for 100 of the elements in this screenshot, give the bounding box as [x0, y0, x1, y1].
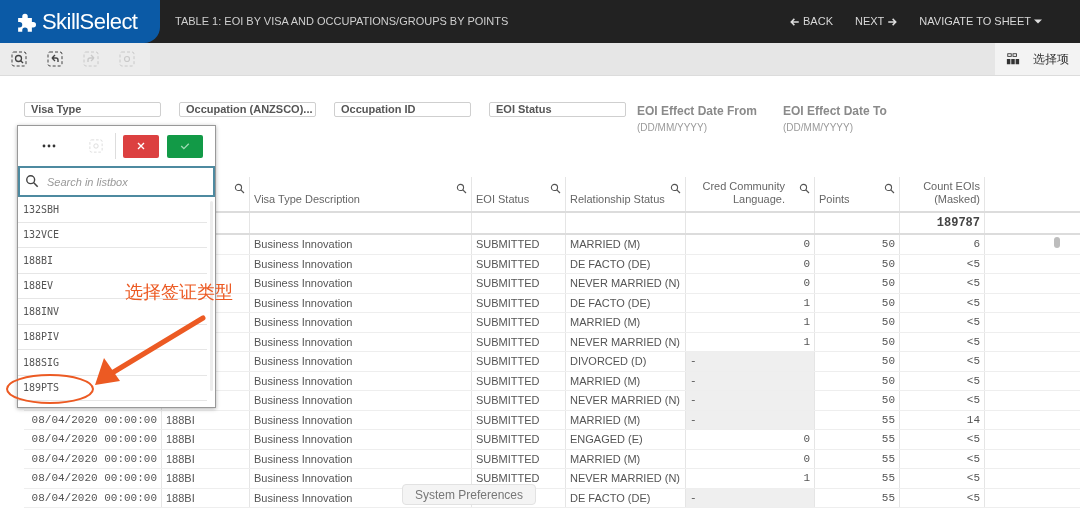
sheet-title: TABLE 1: EOI BY VISA AND OCCUPATIONS/GROUPS BY POINTS — [175, 14, 509, 30]
step-back-icon[interactable] — [47, 51, 63, 67]
column-header[interactable]: Count EOIs (Masked) — [920, 180, 980, 206]
confirm-button[interactable] — [167, 134, 203, 158]
table-cell-text: 1 — [803, 315, 810, 330]
listbox-item[interactable]: 189PTS — [23, 380, 60, 396]
search-icon[interactable] — [234, 183, 245, 194]
table-cell-text: <5 — [966, 354, 980, 369]
table-cell-text: Business Innovation — [254, 276, 353, 291]
close-icon — [135, 140, 147, 152]
search-icon[interactable] — [25, 174, 39, 188]
listbox-item[interactable]: 188SIG — [23, 354, 60, 370]
selection-search-icon[interactable] — [11, 51, 27, 67]
table-cell-text: Business Innovation — [254, 471, 353, 486]
column-header[interactable]: Relationship Status — [570, 193, 666, 206]
table-cell-text: MARRIED (M) — [570, 315, 641, 330]
table-cell-text: 55 — [881, 432, 895, 447]
table-cell-text: NEVER MARRIED (N) — [570, 471, 680, 486]
table-cell-text: MARRIED (M) — [570, 373, 641, 389]
more-icon[interactable] — [42, 144, 56, 148]
table-cell-text: SUBMITTED — [476, 412, 540, 428]
column-header[interactable]: Visa Type Description — [254, 193, 452, 206]
table-cell-text: Business Innovation — [254, 354, 353, 369]
table-cell-text: SUBMITTED — [476, 471, 540, 486]
search-icon[interactable] — [670, 183, 681, 194]
table-cell-text: SUBMITTED — [476, 393, 540, 408]
table-cell-text: 188BI — [166, 412, 195, 428]
table-cell-text: - — [690, 393, 697, 408]
app-title: SkillSelect — [42, 8, 138, 36]
table-cell-text: SUBMITTED — [476, 432, 540, 447]
total-count: 189787 — [936, 215, 980, 232]
table-cell-text: 55 — [881, 490, 895, 506]
cancel-button[interactable] — [123, 134, 159, 158]
scroll-thumb[interactable] — [1054, 237, 1060, 248]
listbox-item[interactable]: 188BI — [23, 252, 54, 268]
listbox-item[interactable]: 188PIV — [23, 329, 60, 345]
filter-field[interactable]: Visa Type — [24, 102, 161, 117]
nav-button[interactable]: NEXT — [855, 13, 898, 30]
table-cell-text: DIVORCED (D) — [570, 354, 647, 369]
table-cell-text: <5 — [966, 256, 980, 272]
table-cell-text: SUBMITTED — [476, 451, 540, 467]
table-cell-text: 55 — [881, 412, 895, 428]
search-icon[interactable] — [456, 183, 467, 194]
column-header[interactable]: Cred Community Language. — [690, 180, 785, 206]
search-icon[interactable] — [799, 183, 810, 194]
date-format-hint: (DD/MM/YYYY) — [783, 121, 854, 135]
table-cell-text: NEVER MARRIED (N) — [570, 276, 680, 291]
listbox-item[interactable]: 188EV — [23, 278, 54, 294]
table-cell-text: Business Innovation — [254, 237, 353, 252]
table-cell-text: <5 — [966, 315, 980, 330]
nav-button[interactable]: NAVIGATE TO SHEET — [919, 13, 1042, 30]
table-cell-text: SUBMITTED — [476, 373, 540, 389]
search-icon[interactable] — [550, 183, 561, 194]
table-cell-text: MARRIED (M) — [570, 237, 641, 252]
table-cell-text: 0 — [803, 237, 810, 252]
table-cell-text: SUBMITTED — [476, 276, 540, 291]
table-cell-text: SUBMITTED — [476, 354, 540, 369]
table-cell-text: NEVER MARRIED (N) — [570, 334, 680, 350]
table-cell-text: 0 — [803, 256, 810, 272]
table-cell-text: <5 — [966, 276, 980, 291]
table-cell-text: 6 — [973, 237, 980, 252]
table-cell-text: 50 — [881, 373, 895, 389]
column-header[interactable]: EOI Status — [476, 193, 546, 206]
arrow-left-icon — [790, 16, 801, 27]
table-cell-text: 14 — [966, 412, 980, 428]
table-cell-text: 08/04/2020 00:00:00 — [31, 432, 157, 447]
table-cell-text: SUBMITTED — [476, 295, 540, 311]
caret-down-icon — [1034, 19, 1042, 24]
table-cell-text: Business Innovation — [254, 295, 353, 311]
listbox-item[interactable]: 188INV — [23, 303, 60, 319]
table-cell-text: SUBMITTED — [476, 315, 540, 330]
nav-button[interactable]: BACK — [790, 13, 833, 30]
table-cell-text: MARRIED (M) — [570, 412, 641, 428]
table-cell-text: <5 — [966, 451, 980, 467]
column-header[interactable]: Points — [819, 193, 850, 206]
table-cell-text: 50 — [881, 315, 895, 330]
table-cell-text: 08/04/2020 00:00:00 — [31, 412, 157, 428]
table-cell-text: - — [690, 412, 697, 428]
table-cell-text: 55 — [881, 471, 895, 486]
selections-icon[interactable] — [1006, 52, 1020, 66]
table-cell-text: 55 — [881, 451, 895, 467]
table-cell-text: SUBMITTED — [476, 256, 540, 272]
table-cell-text: 0 — [803, 432, 810, 447]
table-cell-text: Business Innovation — [254, 393, 353, 408]
table-cell-text: SUBMITTED — [476, 237, 540, 252]
table-cell-text: MARRIED (M) — [570, 451, 641, 467]
table-cell-text: Business Innovation — [254, 256, 353, 272]
table-cell-text: <5 — [966, 334, 980, 350]
listbox-item[interactable]: 132VCE — [23, 227, 60, 243]
search-icon[interactable] — [884, 183, 895, 194]
table-cell-text: 188BI — [166, 451, 195, 467]
table-cell-text: Business Innovation — [254, 412, 353, 428]
filter-field[interactable]: Occupation (ANZSCO)... — [179, 102, 316, 117]
search-field[interactable]: Search in listbox — [18, 166, 215, 197]
filter-field[interactable]: EOI Status — [489, 102, 626, 117]
filter-field[interactable]: Occupation ID — [334, 102, 471, 117]
table-cell-text: 08/04/2020 00:00:00 — [31, 451, 157, 467]
table-cell-text: - — [690, 490, 697, 506]
listbox-item[interactable]: 132SBH — [23, 201, 60, 217]
table-cell-text: Business Innovation — [254, 315, 353, 330]
